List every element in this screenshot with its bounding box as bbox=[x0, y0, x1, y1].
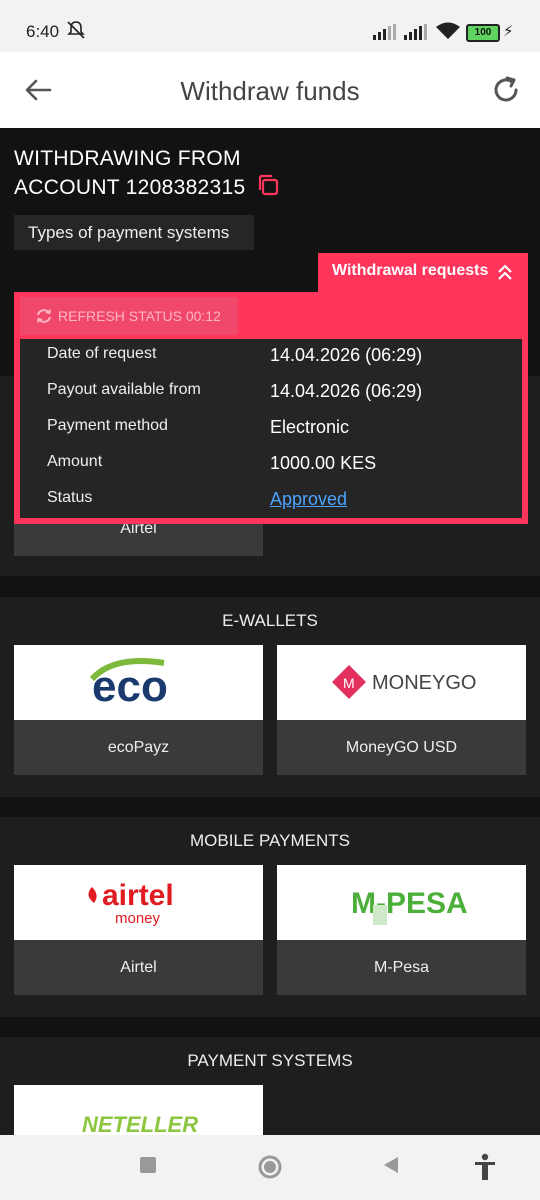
neteller-logo-icon: NETELLER bbox=[82, 1112, 198, 1135]
section-mobile-payments: MOBILE PAYMENTS airtel money Airtel M-PE… bbox=[0, 817, 540, 1017]
payment-card-ecopayz[interactable]: eco ecoPayz bbox=[14, 645, 263, 775]
section-title: PAYMENT SYSTEMS bbox=[187, 1051, 353, 1070]
svg-text:M: M bbox=[343, 675, 355, 691]
status-link[interactable]: Approved bbox=[270, 489, 347, 510]
payment-card-neteller[interactable]: NETELLER bbox=[14, 1085, 263, 1135]
app-bar: Withdraw funds bbox=[0, 52, 540, 128]
neteller-logo-text: NETELLER bbox=[82, 1112, 198, 1135]
status-time: 6:40 bbox=[26, 22, 60, 41]
airtel-logo-text: airtel bbox=[102, 879, 174, 912]
back-icon[interactable] bbox=[381, 1155, 401, 1175]
mpesa-logo-text: M-PESA bbox=[351, 887, 468, 920]
types-of-payment-systems-button[interactable]: Types of payment systems bbox=[14, 215, 254, 250]
ecopayz-logo-icon: eco bbox=[89, 658, 168, 711]
mpesa-logo-icon: M-PESA bbox=[351, 887, 468, 925]
notifications-muted-icon bbox=[67, 21, 85, 39]
wifi-icon bbox=[436, 22, 460, 39]
ecopayz-logo: eco bbox=[14, 645, 263, 720]
detail-row: Amount 1000.00 KES bbox=[47, 453, 377, 473]
home-icon[interactable] bbox=[257, 1154, 283, 1180]
double-chevron-up-icon[interactable] bbox=[496, 263, 514, 281]
moneygo-logo-icon: M MONEYGO bbox=[332, 665, 476, 699]
signal-icon bbox=[373, 24, 396, 40]
airtel-logo-icon: airtel money bbox=[88, 879, 174, 927]
page-title: Withdraw funds bbox=[180, 76, 360, 106]
charging-icon: ⚡ bbox=[503, 23, 514, 40]
recents-icon[interactable] bbox=[138, 1155, 158, 1175]
withdrawal-requests-tab[interactable]: Withdrawal requests bbox=[318, 253, 528, 293]
ecopayz-logo-text: eco bbox=[92, 662, 168, 711]
card-label: MoneyGO USD bbox=[277, 720, 526, 775]
payment-card-mpesa[interactable]: M-PESA M-Pesa bbox=[277, 865, 526, 995]
refresh-icon[interactable] bbox=[490, 74, 522, 106]
battery-icon: 100 bbox=[466, 24, 500, 42]
refresh-status-button[interactable]: REFRESH STATUS 00:12 bbox=[20, 297, 238, 335]
account-heading: WITHDRAWING FROM ACCOUNT 1208382315 bbox=[14, 147, 246, 199]
mpesa-logo: M-PESA bbox=[277, 865, 526, 940]
card-label: M-Pesa bbox=[277, 940, 526, 995]
sync-icon bbox=[37, 309, 51, 323]
section-e-wallets: E-WALLETS eco ecoPayz M MONEYGO MoneyGO … bbox=[0, 597, 540, 797]
signal-icon bbox=[404, 24, 427, 40]
system-nav-bar bbox=[0, 1135, 540, 1200]
card-label: Airtel bbox=[14, 940, 263, 995]
status-bar: 6:40 100 ⚡ bbox=[0, 0, 540, 52]
section-title: MOBILE PAYMENTS bbox=[190, 831, 350, 850]
detail-row: Payout available from 14.04.2026 (06:29) bbox=[47, 381, 423, 401]
payment-card-moneygo[interactable]: M MONEYGO MoneyGO USD bbox=[277, 645, 526, 775]
neteller-logo: NETELLER bbox=[14, 1085, 263, 1135]
detail-row: Date of request 14.04.2026 (06:29) bbox=[47, 345, 423, 365]
payment-card-airtel[interactable]: airtel money Airtel bbox=[14, 865, 263, 995]
card-label: ecoPayz bbox=[14, 720, 263, 775]
moneygo-logo-text: MONEYGO bbox=[372, 672, 476, 694]
section-payment-systems: PAYMENT SYSTEMS NETELLER bbox=[0, 1037, 540, 1135]
moneygo-logo: M MONEYGO bbox=[277, 645, 526, 720]
copy-icon[interactable] bbox=[256, 173, 280, 197]
airtel-logo-subtext: money bbox=[115, 910, 161, 927]
section-title: E-WALLETS bbox=[222, 611, 318, 630]
airtel-logo: airtel money bbox=[14, 865, 263, 940]
withdrawal-requests-panel: REFRESH STATUS 00:12 Date of request 14.… bbox=[14, 292, 528, 524]
withdrawal-details-table: Date of request 14.04.2026 (06:29) Payou… bbox=[20, 339, 522, 518]
accessibility-icon[interactable] bbox=[472, 1153, 498, 1181]
detail-row: Status Approved bbox=[47, 489, 348, 510]
detail-row: Payment method Electronic bbox=[47, 417, 350, 437]
main-content: WITHDRAWING FROM ACCOUNT 1208382315 Type… bbox=[0, 128, 540, 1135]
